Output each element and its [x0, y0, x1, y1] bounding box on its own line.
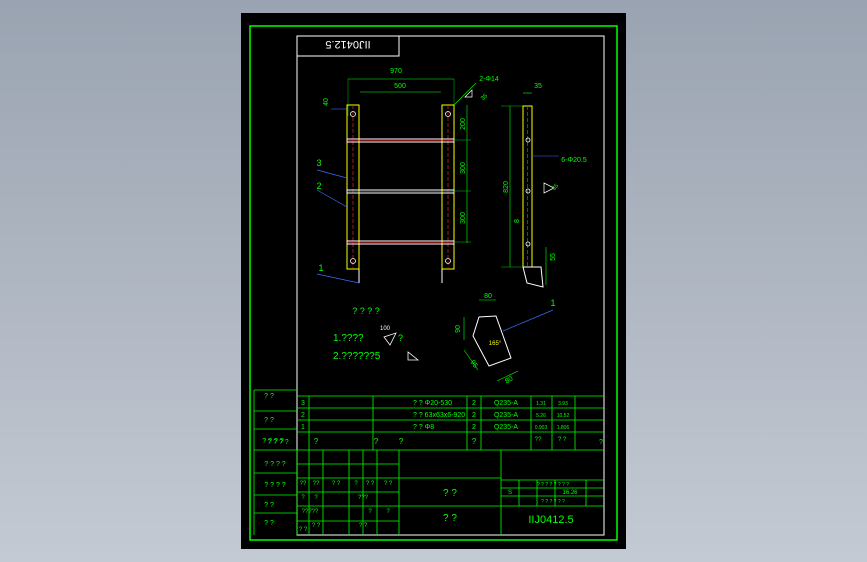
dim-side-spacing: 8 — [514, 219, 521, 223]
dim-side-offset: 40 — [323, 98, 330, 106]
parts-row: 2 ? ? 63x63x6-920 2 Q235-A 5.26 10.52 — [301, 412, 569, 419]
note-line-1: 1.???? — [333, 333, 364, 344]
balloon-1: 1 — [318, 263, 323, 273]
drawing-name-1: ? ? — [443, 488, 457, 499]
parts-cell-total-wt: 10.52 — [557, 413, 570, 419]
parts-row: 3 ? ? Φ20-530 2 Q235-A 1.31 3.93 — [301, 400, 568, 407]
title-cell: ? ? — [299, 527, 308, 533]
parts-list-rows: 3 ? ? Φ20-530 2 Q235-A 1.31 3.93 2 ? ? 63x63x6-… — [301, 400, 569, 431]
side-label: ? ? ? ? — [264, 461, 286, 468]
dim-side-bottom: 55 — [550, 253, 557, 261]
parts-cell-qty: 2 — [472, 424, 476, 431]
dim-lower-spacing: 300 — [460, 212, 467, 224]
detail-view: 80 90 165° 95 80 1 — [455, 293, 556, 385]
spec-header: ? ? ? ? ? ? ? ? — [537, 482, 569, 488]
parts-header-cell: ? ? ? ? — [267, 439, 289, 446]
parts-cell-unit-wt: 0.903 — [535, 425, 548, 431]
dim-side-width: 35 — [534, 83, 542, 90]
title-cell: ? — [386, 509, 390, 515]
title-cell: ? ? — [312, 523, 321, 529]
title-cell: ? — [314, 495, 318, 501]
side-strip-labels: ? ? ? ? ? ? ? ? ? ? ? ? ? ? ? ? ? ? ? ? — [262, 393, 286, 527]
side-label: ? ? — [264, 520, 274, 527]
hole-note: 6-Φ20.5 — [561, 157, 587, 164]
title-cell: ? — [354, 481, 358, 487]
roughness-value: 100 — [380, 326, 391, 332]
front-view: 970 500 40 200 300 300 2-Φ14 35 3 2 1 — [316, 68, 499, 284]
parts-cell-qty: 2 — [472, 400, 476, 407]
dim-side-height: 820 — [503, 181, 510, 193]
parts-cell-unit-wt: 5.26 — [536, 413, 546, 419]
title-cell: ? ? — [332, 481, 341, 487]
title-block-text: ?? ?? ? ? ? ? ? ? ? ? ? ??? ? ? ????? ? … — [299, 481, 578, 533]
parts-header-cell: ? — [374, 437, 379, 446]
title-cell: ??? — [358, 495, 369, 501]
side-label: ? ? ? ? — [264, 482, 286, 489]
title-cell: ? — [368, 509, 372, 515]
parts-cell-name: ? ? Φ8 — [413, 424, 434, 431]
parts-cell-no: 3 — [301, 400, 305, 407]
title-cell: ?? — [313, 481, 320, 487]
note-line-2: 2.??????5 — [333, 351, 381, 362]
parts-cell-total-wt: 3.93 — [558, 401, 568, 407]
parts-header-cell: ?? — [535, 437, 542, 443]
weld-size: 35 — [480, 93, 489, 102]
parts-header: ? ? ? ? ? ? ? ? ?? ? ? ? — [267, 437, 603, 446]
total-weight: 16.26 — [562, 490, 578, 496]
parts-cell-material: Q235-A — [494, 412, 518, 419]
roughness-suffix: ? — [398, 333, 403, 343]
detail-dim-left: 90 — [455, 325, 462, 333]
side-label: ? ? — [264, 502, 274, 509]
parts-cell-qty: 2 — [472, 412, 476, 419]
balloon-3: 3 — [316, 158, 321, 168]
inner-frame — [296, 35, 605, 536]
title-cell: ?? — [300, 481, 307, 487]
drawing-code: IIJ0412.5 — [528, 514, 573, 526]
parts-header-cell: ? — [399, 437, 404, 446]
title-cell: ? ? — [366, 481, 375, 487]
side-label: ? ? — [264, 417, 274, 424]
bolt-note: 2-Φ14 — [479, 76, 499, 83]
drawing-sheet: IIJ0412.5 970 500 40 200 300 300 2-Φ14 3… — [241, 13, 626, 549]
drawing-code-top: IIJ0412.5 — [325, 38, 370, 50]
parts-header-cell: ? — [599, 439, 603, 446]
parts-cell-total-wt: 1.806 — [557, 425, 570, 431]
technical-notes: ? ? ? ? 1.???? 100 ? 2.??????5 — [333, 306, 420, 362]
parts-cell-no: 2 — [301, 412, 305, 419]
sheet-info: ? ? ? ? ? ? — [541, 499, 565, 505]
scale-label: S — [508, 490, 512, 496]
parts-cell-name: ? ? Φ20-530 — [413, 400, 452, 407]
side-label: ? ? — [264, 393, 274, 400]
parts-cell-material: Q235-A — [494, 400, 518, 407]
parts-cell-name: ? ? 63x63x6-920 — [413, 412, 465, 419]
parts-header-cell: ? ? — [558, 437, 567, 443]
dim-inner-width: 500 — [394, 83, 406, 90]
side-view: 820 8 35 6-Φ20.5 35 55 — [501, 83, 587, 288]
balloon-2: 2 — [316, 181, 321, 191]
drawing-canvas: IIJ0412.5 970 500 40 200 300 300 2-Φ14 3… — [249, 25, 618, 541]
notes-title: ? ? ? ? — [352, 306, 380, 316]
parts-row: 1 ? ? Φ8 2 Q235-A 0.903 1.806 — [301, 424, 569, 431]
dim-mid-spacing: 300 — [460, 162, 467, 174]
title-cell: ? — [301, 495, 305, 501]
detail-angle: 165° — [489, 341, 502, 347]
parts-cell-no: 1 — [301, 424, 305, 431]
drawing-name-2: ? ? — [443, 513, 457, 524]
detail-dim-top: 80 — [484, 293, 492, 300]
title-cell: ? ? — [384, 481, 393, 487]
outer-border — [249, 25, 618, 541]
parts-cell-unit-wt: 1.31 — [536, 401, 546, 407]
dim-top-spacing: 200 — [460, 118, 467, 130]
parts-cell-material: Q235-A — [494, 424, 518, 431]
detail-dim-bottom-left: 95 — [468, 359, 478, 369]
side-weld: 35 — [551, 183, 560, 192]
parts-header-cell: ? — [472, 437, 477, 446]
title-cell: ????? — [302, 509, 319, 515]
title-cell: ? ? — [359, 523, 368, 529]
parts-header-cell: ? — [314, 437, 319, 446]
detail-balloon: 1 — [550, 298, 555, 308]
dim-overall-width: 970 — [390, 68, 402, 75]
